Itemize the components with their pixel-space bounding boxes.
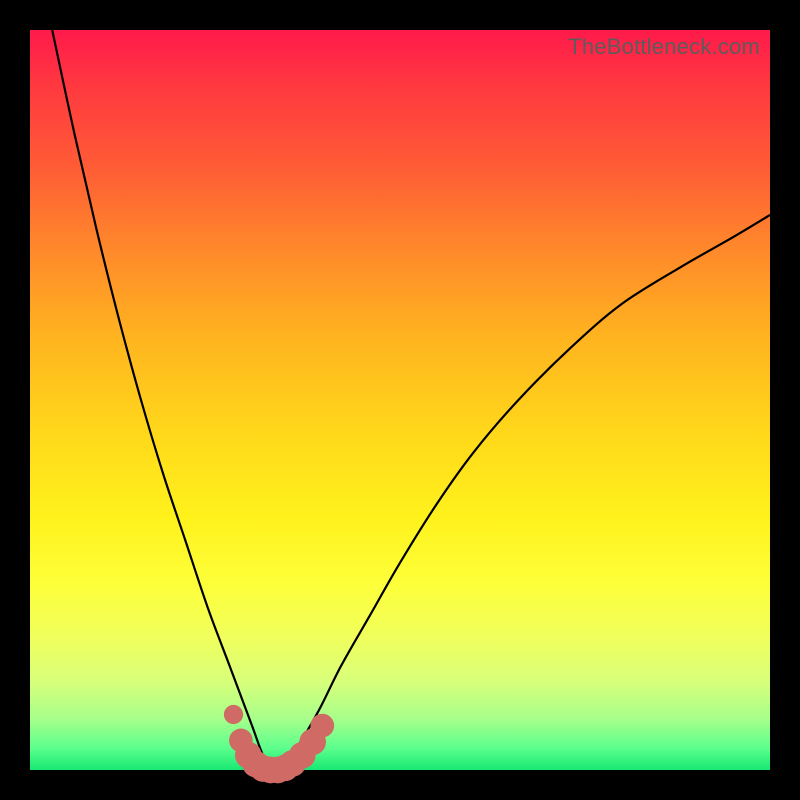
- trough-marker: [224, 705, 243, 724]
- curve-left: [52, 30, 274, 770]
- curve-right: [274, 215, 770, 770]
- trough-marker-cluster: [224, 705, 334, 783]
- plot-area: TheBottleneck.com: [30, 30, 770, 770]
- trough-marker: [310, 714, 334, 738]
- chart-svg: [30, 30, 770, 770]
